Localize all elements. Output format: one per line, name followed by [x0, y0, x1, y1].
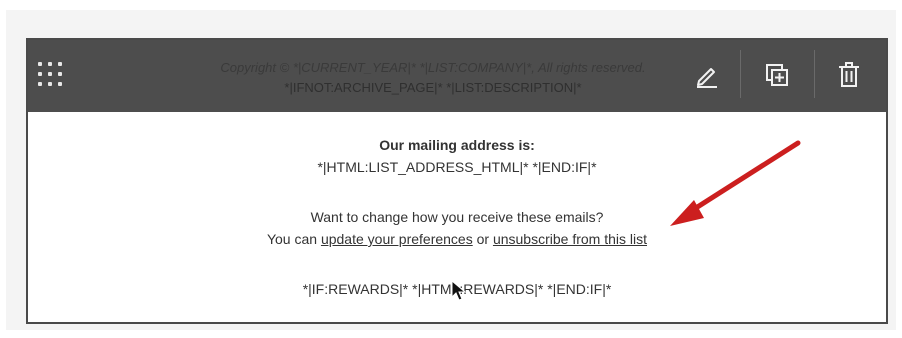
mailing-address-merge-tag: *|HTML:LIST_ADDRESS_HTML|* *|END:IF|* [317, 159, 597, 175]
copyright-line: Copyright © *|CURRENT_YEAR|* *|LIST:COMP… [220, 60, 646, 75]
drag-handle-icon[interactable] [38, 62, 68, 92]
block-toolbar: Copyright © *|CURRENT_YEAR|* *|LIST:COMP… [28, 40, 886, 112]
hidden-footer-text: Copyright © *|CURRENT_YEAR|* *|LIST:COMP… [108, 58, 758, 98]
delete-button[interactable] [826, 50, 872, 100]
mailing-address-heading: Our mailing address is: [379, 137, 535, 153]
duplicate-button[interactable] [754, 50, 800, 100]
preferences-line: You can update your preferences or unsub… [28, 230, 886, 248]
edit-button[interactable] [684, 50, 730, 100]
preferences-prefix: You can [266, 231, 321, 247]
preferences-question: Want to change how you receive these ema… [310, 209, 604, 225]
edit-pencil-icon [697, 68, 717, 88]
toolbar-divider [740, 50, 741, 98]
toolbar-divider [814, 50, 815, 98]
duplicate-icon [766, 64, 788, 86]
unsubscribe-link[interactable]: unsubscribe from this list [493, 231, 647, 247]
description-line: *|IFNOT:ARCHIVE_PAGE|* *|LIST:DESCRIPTIO… [284, 80, 582, 95]
mouse-cursor-icon [451, 280, 467, 301]
trash-icon [839, 62, 859, 87]
update-preferences-link[interactable]: update your preferences [321, 231, 473, 247]
preferences-or: or [472, 231, 493, 247]
